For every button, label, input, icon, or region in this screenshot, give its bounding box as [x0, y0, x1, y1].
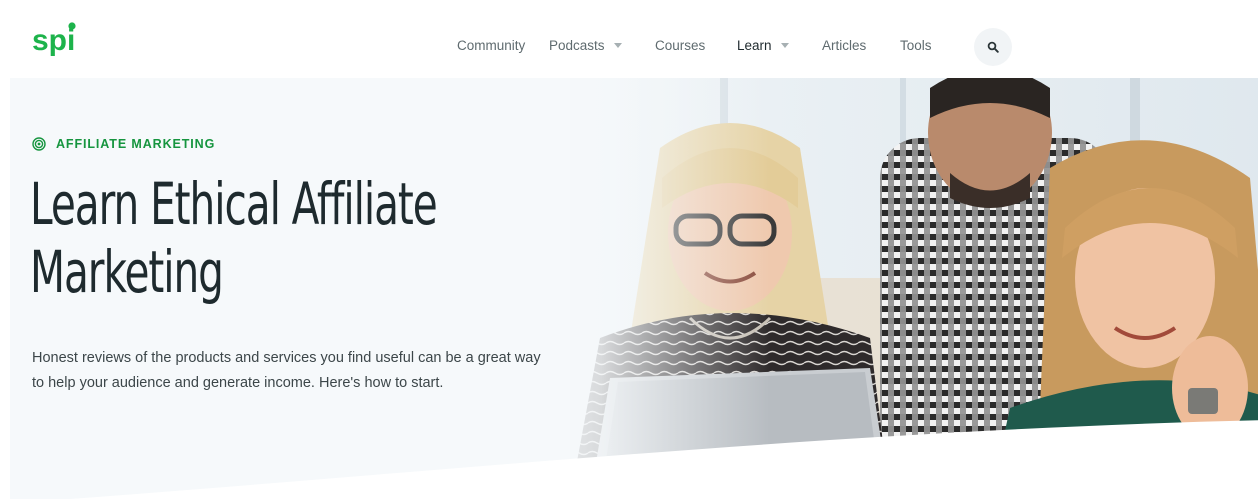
nav-community[interactable]: Community [457, 38, 525, 53]
page-subtitle: Honest reviews of the products and servi… [32, 350, 541, 391]
page-title: Learn Ethical Affiliate Marketing [30, 170, 548, 306]
spi-logo[interactable]: spi [32, 22, 84, 58]
hero-wave [70, 420, 1258, 499]
chevron-down-icon [613, 43, 622, 48]
page-title-line1: Learn Ethical Affiliate [30, 170, 438, 238]
hero-section: AFFILIATE MARKETING Learn Ethical Affili… [10, 78, 1258, 499]
nav-courses[interactable]: Courses [655, 38, 705, 53]
target-icon [32, 137, 46, 151]
nav-learn[interactable]: Learn [737, 38, 789, 53]
chevron-down-icon [780, 43, 789, 48]
nav-articles[interactable]: Articles [822, 38, 866, 53]
search-icon [987, 41, 999, 53]
category-label: AFFILIATE MARKETING [56, 137, 216, 151]
category-eyebrow[interactable]: AFFILIATE MARKETING [32, 137, 215, 151]
page-title-line2: Marketing [30, 238, 224, 306]
search-button[interactable] [974, 28, 1012, 66]
nav-tools[interactable]: Tools [900, 38, 932, 53]
nav-learn-label: Learn [737, 38, 772, 53]
site-header: spi Community Podcasts Courses Learn Art… [0, 0, 1258, 78]
nav-podcasts[interactable]: Podcasts [549, 38, 622, 53]
logo-text: spi [32, 24, 75, 57]
page: spi Community Podcasts Courses Learn Art… [0, 0, 1258, 499]
nav-podcasts-label: Podcasts [549, 38, 605, 53]
